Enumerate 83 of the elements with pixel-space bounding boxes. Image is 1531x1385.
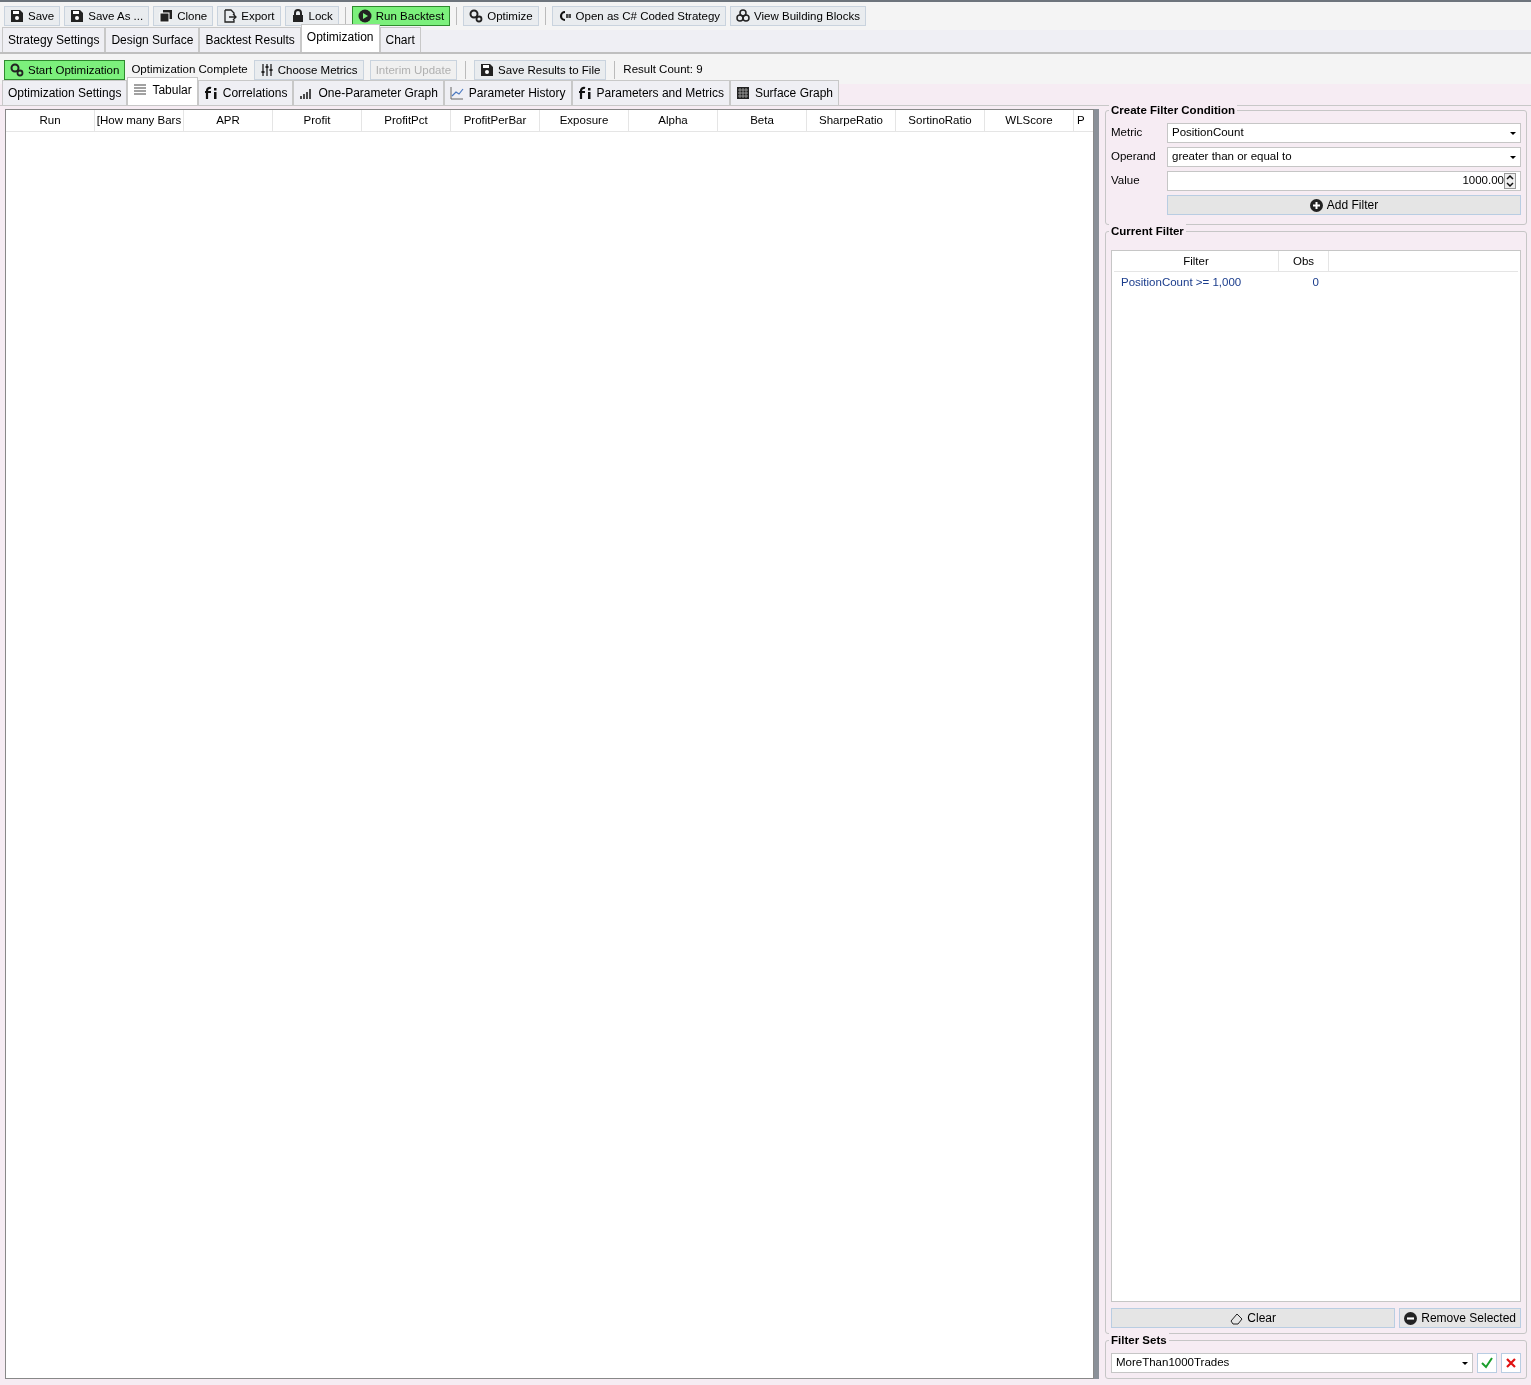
column-header[interactable]: Obs bbox=[1279, 251, 1329, 271]
dropdown-caret-icon bbox=[1462, 1361, 1468, 1365]
dropdown[interactable]: MoreThan1000Trades bbox=[1111, 1353, 1473, 1373]
column-header[interactable]: P bbox=[1074, 110, 1093, 131]
tab[interactable]: Parameters and Metrics bbox=[571, 80, 730, 105]
tab[interactable]: Tabular bbox=[127, 77, 198, 105]
field-label: Value bbox=[1111, 173, 1141, 189]
toolbar-button[interactable]: View Building Blocks bbox=[730, 6, 866, 26]
field-value: MoreThan1000Trades bbox=[1116, 1355, 1230, 1371]
field-value: PositionCount bbox=[1172, 125, 1244, 141]
column-header[interactable]: SortinoRatio bbox=[896, 110, 985, 131]
column-header[interactable]: Filter bbox=[1114, 251, 1279, 271]
field-label: Operand bbox=[1111, 149, 1157, 165]
bar-chart-icon bbox=[299, 86, 314, 100]
copy-icon bbox=[159, 9, 174, 23]
confirm-button[interactable] bbox=[1477, 1353, 1497, 1373]
checkmark-icon bbox=[1481, 1357, 1493, 1369]
field-value: greater than or equal to bbox=[1172, 149, 1292, 165]
tab[interactable]: Optimization bbox=[300, 24, 380, 52]
tab[interactable]: Backtest Results bbox=[199, 27, 301, 52]
list-icon bbox=[133, 83, 148, 97]
tab[interactable]: One-Parameter Graph bbox=[293, 80, 444, 105]
toolbar-button[interactable]: Optimize bbox=[463, 6, 539, 26]
column-header[interactable]: Profit bbox=[273, 110, 362, 131]
minus-circle-icon bbox=[1404, 1311, 1418, 1325]
toolbar-button[interactable]: Lock bbox=[284, 6, 339, 26]
toolbar-button[interactable]: Export bbox=[217, 6, 281, 26]
column-header[interactable]: ProfitPct bbox=[362, 110, 451, 131]
column-header[interactable]: [How many Bars bbox=[95, 110, 184, 131]
toolbar-button[interactable]: Clone bbox=[153, 6, 214, 26]
clear-button[interactable]: Clear bbox=[1111, 1308, 1396, 1328]
panel-title: Create Filter Condition bbox=[1109, 103, 1237, 117]
delete-button[interactable] bbox=[1501, 1353, 1521, 1373]
remove-selected-button[interactable]: Remove Selected bbox=[1399, 1308, 1521, 1328]
toolbar-button[interactable]: Open as C# Coded Strategy bbox=[551, 6, 727, 26]
start-optimization-button[interactable]: Start Optimization bbox=[4, 60, 126, 80]
plus-circle-icon bbox=[1309, 198, 1323, 212]
tab[interactable]: Parameter History bbox=[443, 80, 572, 105]
tab[interactable]: Chart bbox=[379, 27, 421, 52]
tab[interactable]: Design Surface bbox=[105, 27, 200, 52]
panel-title: Filter Sets bbox=[1109, 1333, 1169, 1347]
add-filter-button[interactable]: Add Filter bbox=[1167, 195, 1521, 215]
column-header[interactable]: Alpha bbox=[629, 110, 718, 131]
toolbar-button[interactable]: Run Backtest bbox=[351, 6, 451, 26]
lock-icon bbox=[290, 9, 305, 23]
grid-icon bbox=[735, 86, 750, 100]
tab[interactable]: Surface Graph bbox=[729, 80, 839, 105]
function-icon bbox=[203, 86, 218, 100]
line-chart-icon bbox=[449, 86, 464, 100]
spinner-arrows-icon bbox=[1504, 173, 1516, 189]
number-field[interactable]: 1000.00 bbox=[1167, 171, 1521, 191]
dropdown-caret-icon bbox=[1510, 155, 1516, 159]
tab[interactable]: Strategy Settings bbox=[2, 27, 106, 52]
dropdown[interactable]: PositionCount bbox=[1167, 123, 1521, 143]
eraser-icon bbox=[1230, 1311, 1244, 1325]
play-circle-icon bbox=[357, 9, 372, 23]
field-value: 1000.00 bbox=[1462, 173, 1504, 189]
tab[interactable]: Optimization Settings bbox=[2, 80, 128, 105]
column-header[interactable]: Run bbox=[6, 110, 95, 131]
dropdown-caret-icon bbox=[1510, 131, 1516, 135]
tab[interactable]: Correlations bbox=[197, 80, 294, 105]
result-count: Result Count: 9 bbox=[623, 62, 703, 78]
toolbar-button[interactable]: Save Results to File bbox=[474, 60, 607, 80]
toolbar-button[interactable]: Choose Metrics bbox=[253, 60, 364, 80]
function-icon bbox=[577, 86, 592, 100]
column-header[interactable]: APR bbox=[184, 110, 273, 131]
panel-title: Current Filter bbox=[1109, 224, 1186, 238]
list-cell[interactable]: PositionCount >= 1,000 bbox=[1114, 272, 1279, 294]
toolbar-button[interactable]: Save bbox=[4, 6, 61, 26]
column-header[interactable]: Beta bbox=[718, 110, 807, 131]
toolbar-button[interactable]: Save As ... bbox=[64, 6, 150, 26]
dropdown[interactable]: greater than or equal to bbox=[1167, 147, 1521, 167]
blocks-icon bbox=[736, 9, 751, 23]
column-header[interactable]: SharpeRatio bbox=[807, 110, 896, 131]
close-icon bbox=[1505, 1357, 1517, 1369]
status-text: Optimization Complete bbox=[131, 62, 248, 78]
list-cell[interactable]: 0 bbox=[1279, 272, 1319, 294]
column-header[interactable]: WLScore bbox=[985, 110, 1074, 131]
column-header[interactable]: Exposure bbox=[540, 110, 629, 131]
column-header[interactable]: ProfitPerBar bbox=[451, 110, 540, 131]
export-icon bbox=[223, 9, 238, 23]
sliders-icon bbox=[259, 63, 274, 77]
field-label: Metric bbox=[1111, 125, 1144, 141]
